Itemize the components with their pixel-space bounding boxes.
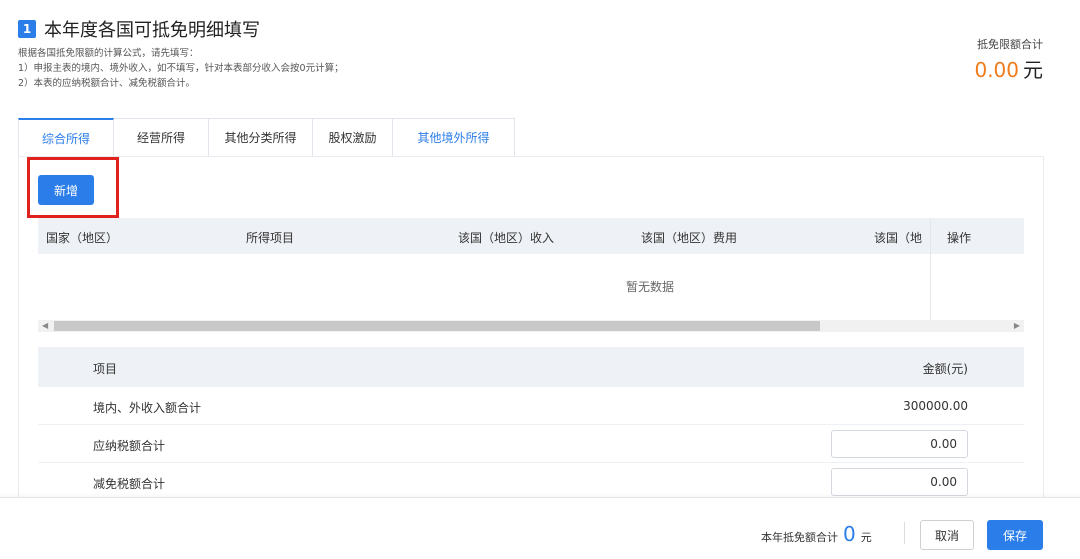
tab-comprehensive-income[interactable]: 综合所得 <box>18 118 114 156</box>
empty-text: 暂无数据 <box>626 280 675 294</box>
summary-header-amount: 金额(元) <box>922 362 968 376</box>
table-body: 暂无数据 <box>38 254 1024 320</box>
column-country-expense: 该国（地区）费用 <box>641 231 738 245</box>
summary-row: 应纳税额合计 <box>38 425 1024 463</box>
summary-row-label: 应纳税额合计 <box>93 439 166 453</box>
tab-business-income[interactable]: 经营所得 <box>114 118 209 156</box>
credit-limit-amount: 0.00 <box>974 58 1019 82</box>
scroll-thumb[interactable] <box>54 321 820 331</box>
footer-bar: 本年抵免额合计 0 元 取消 保存 <box>0 497 1080 559</box>
footer-sum-label: 本年抵免额合计 <box>761 531 838 544</box>
summary-header: 项目 金额(元) <box>38 347 1024 387</box>
footer-sum: 本年抵免额合计 0 元 <box>761 522 872 546</box>
summary-table: 项目 金额(元) 境内、外收入额合计 300000.00 应纳税额合计 减免税额… <box>38 347 1024 501</box>
description-line: 1）申报主表的境内、境外收入，如不填写，针对本表部分收入会按0元计算； <box>18 63 344 74</box>
column-country-income: 该国（地区）收入 <box>458 231 555 245</box>
table-header: 国家（地区） 所得项目 该国（地区）收入 该国（地区）费用 该国（地 操作 <box>38 218 1024 254</box>
column-country-truncated: 该国（地 <box>874 231 923 245</box>
description-line: 2）本表的应纳税额合计、减免税额合计。 <box>18 78 196 89</box>
highlight-box <box>27 157 119 218</box>
save-button[interactable]: 保存 <box>987 520 1043 550</box>
page-title: 本年度各国可抵免明细填写 <box>44 20 260 41</box>
tab-equity-incentive[interactable]: 股权激励 <box>313 118 393 156</box>
column-income-item: 所得项目 <box>246 231 295 245</box>
description: 根据各国抵免限额的计算公式，请先填写： 1）申报主表的境内、境外收入，如不填写，… <box>18 46 344 91</box>
tax-reduction-input[interactable] <box>831 468 968 496</box>
summary-row: 境内、外收入额合计 300000.00 <box>38 387 1024 425</box>
horizontal-scrollbar[interactable]: ◀ ▶ <box>38 320 1024 332</box>
credit-limit-value: 0.00 元 <box>974 54 1043 83</box>
footer-sum-unit: 元 <box>860 531 872 544</box>
footer-divider <box>904 522 905 544</box>
footer-sum-value: 0 <box>843 522 856 546</box>
credit-limit-label: 抵免限额合计 <box>977 38 1043 51</box>
title-row: 1 本年度各国可抵免明细填写 <box>18 16 260 42</box>
column-country: 国家（地区） <box>46 231 119 245</box>
tax-payable-input[interactable] <box>831 430 968 458</box>
fixed-column-divider <box>930 218 931 320</box>
page: 1 本年度各国可抵免明细填写 根据各国抵免限额的计算公式，请先填写： 1）申报主… <box>0 0 1080 559</box>
credit-limit-unit: 元 <box>1023 58 1043 82</box>
scroll-left-icon[interactable]: ◀ <box>42 320 48 332</box>
summary-row-label: 境内、外收入额合计 <box>93 401 202 415</box>
income-tabs: 综合所得 经营所得 其他分类所得 股权激励 其他境外所得 <box>18 118 515 156</box>
scroll-right-icon[interactable]: ▶ <box>1014 320 1020 332</box>
summary-row-value: 300000.00 <box>903 399 968 413</box>
summary-header-item: 项目 <box>93 362 118 376</box>
summary-row-label: 减免税额合计 <box>93 477 166 491</box>
tab-other-classified-income[interactable]: 其他分类所得 <box>209 118 313 156</box>
credit-limit-summary: 抵免限额合计 0.00 元 <box>974 36 1043 83</box>
step-badge: 1 <box>18 20 36 38</box>
description-line: 根据各国抵免限额的计算公式，请先填写： <box>18 48 199 59</box>
column-actions: 操作 <box>947 231 972 245</box>
summary-row: 减免税额合计 <box>38 463 1024 501</box>
country-detail-table: 国家（地区） 所得项目 该国（地区）收入 该国（地区）费用 该国（地 操作 暂无… <box>38 218 1024 320</box>
cancel-button[interactable]: 取消 <box>920 520 974 550</box>
tab-other-foreign-income[interactable]: 其他境外所得 <box>393 118 515 156</box>
